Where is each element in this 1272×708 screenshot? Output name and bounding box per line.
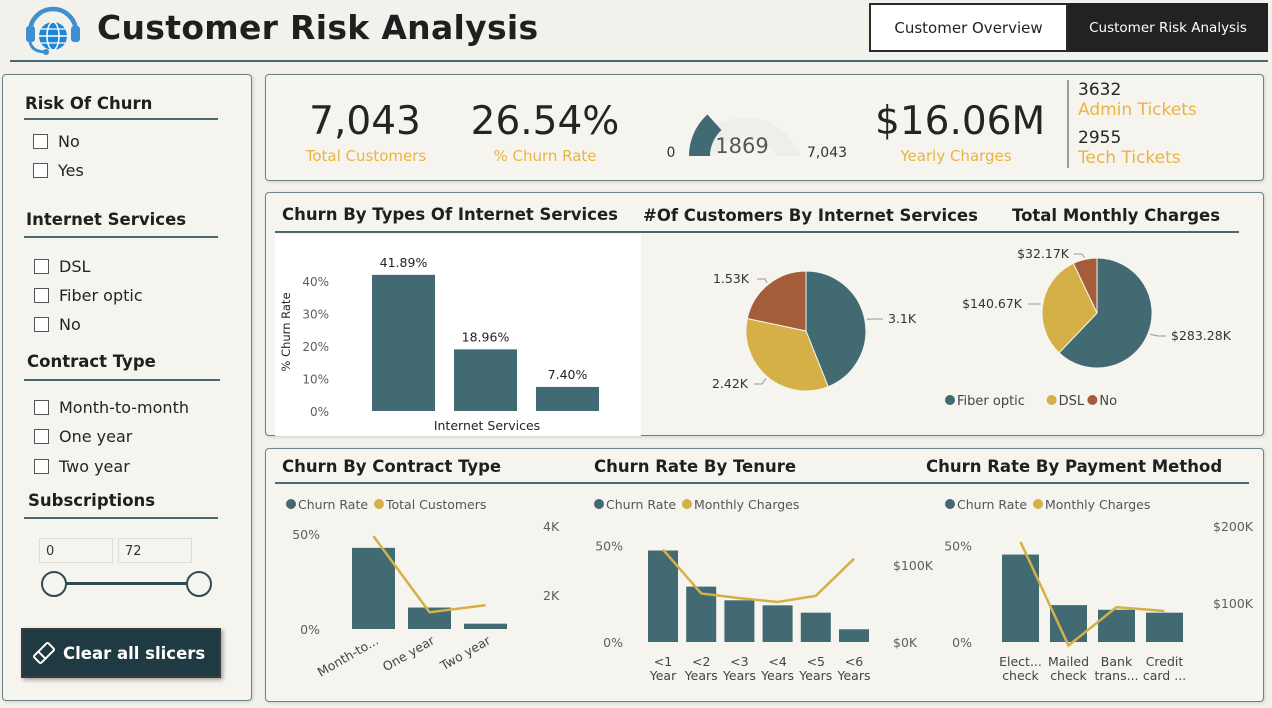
y-tick-label: 50% [292, 527, 320, 542]
x-tick-label-line1: <2 [692, 654, 710, 669]
x-tick-label-line1: Bank [1101, 654, 1133, 669]
x-tick-label-line1: <1 [654, 654, 672, 669]
x-tick-label: Month-to... [315, 633, 381, 680]
bar [464, 623, 507, 629]
bar [800, 612, 831, 642]
x-tick-label-line2: check [1050, 668, 1087, 683]
x-tick-label: One year [380, 632, 438, 674]
legend-label: Monthly Charges [694, 497, 799, 512]
legend-label: Monthly Charges [1045, 497, 1150, 512]
x-tick-label-line2: card ... [1143, 668, 1186, 683]
y2-tick-label: $100K [1213, 596, 1254, 611]
bar [724, 600, 755, 642]
legend-label: Churn Rate [957, 497, 1027, 512]
bar [1098, 609, 1135, 642]
y2-tick-label: $200K [1213, 519, 1254, 534]
legend-marker [374, 499, 384, 509]
y-tick-label: 0% [300, 622, 320, 637]
bar [1146, 612, 1183, 642]
legend-marker [594, 499, 604, 509]
legend-marker [286, 499, 296, 509]
y-tick-label: 0% [603, 635, 623, 650]
legend-label: Churn Rate [606, 497, 676, 512]
y2-tick-label: 4K [543, 519, 560, 534]
legend-label: Total Customers [385, 497, 486, 512]
y2-tick-label: 2K [543, 588, 560, 603]
bar [352, 547, 395, 629]
legend-marker [945, 499, 955, 509]
x-tick-label-line1: <3 [730, 654, 748, 669]
churn-combo-charts-canvas: Churn Rate Total Customers 0% 50% 2K 4K Month-… [286, 497, 1254, 683]
legend-label: Churn Rate [298, 497, 368, 512]
line-series [1019, 541, 1165, 648]
bar [762, 605, 793, 642]
x-tick-label-line1: Credit [1146, 654, 1184, 669]
y-tick-label: 50% [944, 539, 972, 554]
legend-marker [1033, 499, 1043, 509]
x-tick-label-line2: Year [649, 668, 677, 683]
x-tick-label-line2: Years [798, 668, 832, 683]
legend-marker [682, 499, 692, 509]
y2-tick-label: $0K [893, 635, 918, 650]
x-tick-label-line1: <6 [845, 654, 863, 669]
x-tick-label-line2: trans... [1094, 668, 1138, 683]
x-tick-label-line2: Years [722, 668, 756, 683]
bar [648, 550, 678, 642]
bar [839, 629, 869, 642]
x-tick-label: Two year [437, 632, 494, 674]
y-tick-label: 50% [595, 539, 623, 554]
x-tick-label-line2: Years [837, 668, 871, 683]
x-tick-label-line2: Years [760, 668, 794, 683]
x-tick-label-line2: Years [684, 668, 718, 683]
y2-tick-label: $100K [893, 558, 934, 573]
x-tick-label-line1: Mailed [1048, 654, 1089, 669]
x-tick-label-line1: <5 [807, 654, 825, 669]
x-tick-label-line2: check [1002, 668, 1039, 683]
x-tick-label-line1: Elect... [999, 654, 1042, 669]
y-tick-label: 0% [952, 635, 972, 650]
x-tick-label-line1: <4 [768, 654, 786, 669]
